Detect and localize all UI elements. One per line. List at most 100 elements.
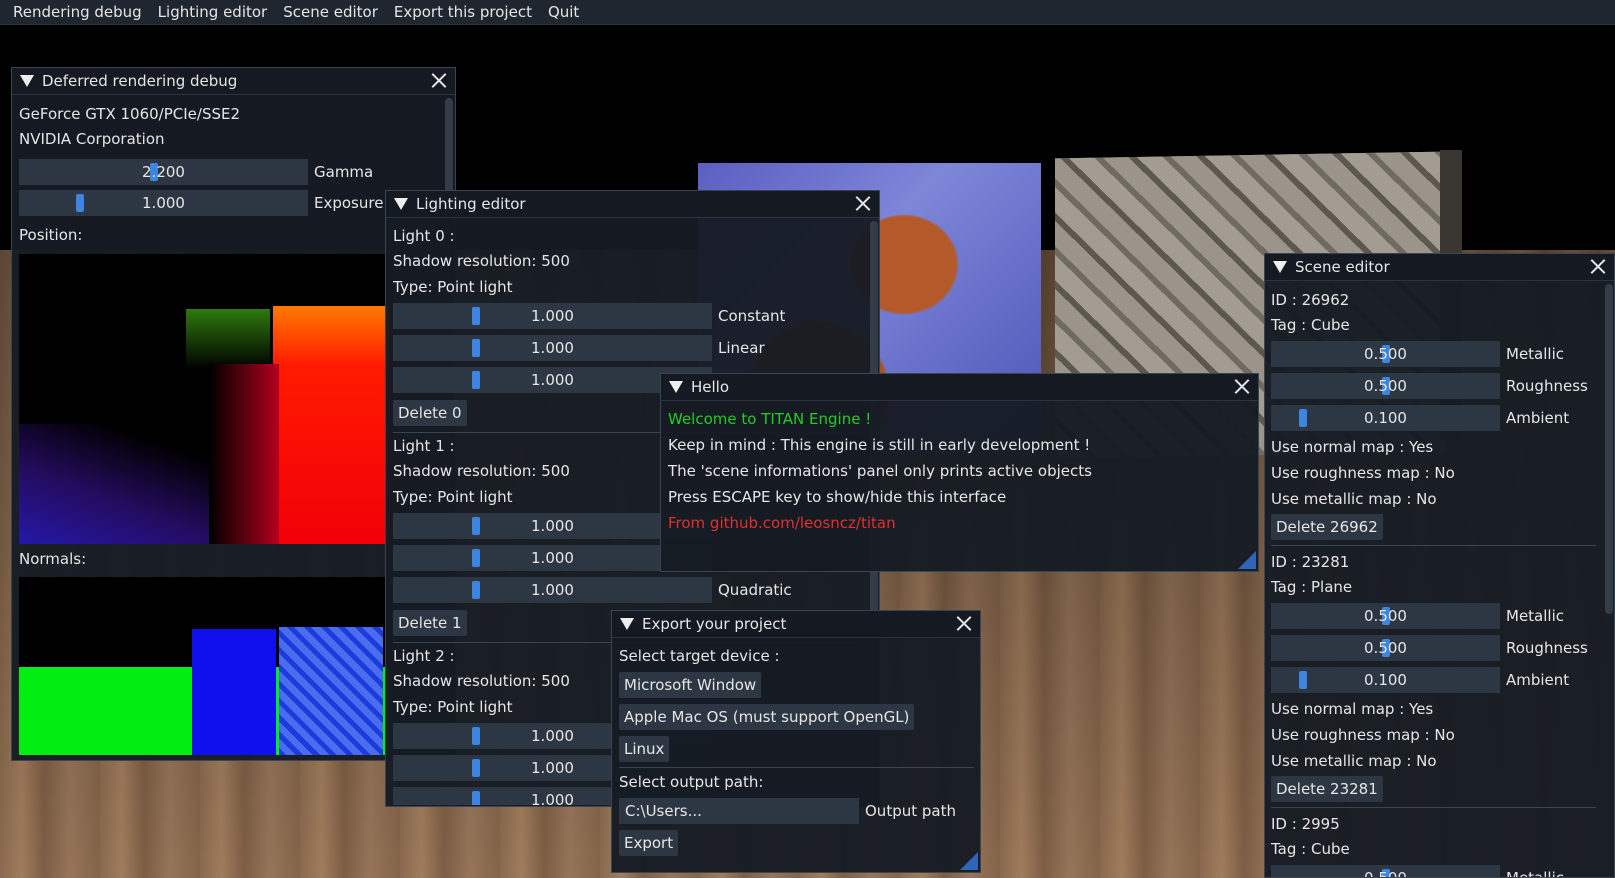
menu-quit[interactable]: Quit <box>540 0 587 24</box>
slider-value: 0.100 <box>1364 409 1407 427</box>
roughness-label: Roughness <box>1506 377 1588 395</box>
hello-window: Hello Welcome to TITAN Engine ! Keep in … <box>660 373 1259 572</box>
slider-value: 0.500 <box>1364 377 1407 395</box>
light-name: Light 0 : <box>393 227 455 245</box>
select-device-label: Select target device : <box>619 647 780 665</box>
close-icon[interactable] <box>1234 378 1250 394</box>
device-linux-button[interactable]: Linux <box>619 736 670 762</box>
gamma-slider[interactable]: 2.200 <box>19 159 308 185</box>
shadow-resolution: Shadow resolution: 500 <box>393 252 570 270</box>
close-icon[interactable] <box>431 72 447 88</box>
separator <box>1271 545 1596 546</box>
window-title: Hello <box>691 378 730 396</box>
roughness-map-info: Use roughness map : No <box>1271 726 1455 744</box>
menu-scene-editor[interactable]: Scene editor <box>275 0 386 24</box>
collapse-triangle-icon[interactable] <box>394 198 408 210</box>
constant-slider[interactable]: 1.000 <box>393 303 712 329</box>
quadratic-slider[interactable]: 1.000 <box>393 577 712 603</box>
slider-value: 0.100 <box>1364 671 1407 689</box>
exposure-label: Exposure <box>314 194 384 212</box>
main-menu-bar: Rendering debug Lighting editor Scene edit… <box>0 0 1615 25</box>
metallic-label: Metallic <box>1506 345 1564 363</box>
scrollbar[interactable] <box>1605 284 1613 614</box>
output-path-label: Output path <box>865 802 956 820</box>
menu-lighting-editor[interactable]: Lighting editor <box>150 0 276 24</box>
menu-export-project[interactable]: Export this project <box>386 0 540 24</box>
light-type: Type: Point light <box>393 698 513 716</box>
ambient-slider[interactable]: 0.100 <box>1271 667 1500 693</box>
slider-value: 0.500 <box>1364 639 1407 657</box>
metallic-slider[interactable]: 0.500 <box>1271 865 1500 877</box>
constant-label: Constant <box>718 307 786 325</box>
object-tag: Tag : Plane <box>1271 578 1353 596</box>
info-line: Press ESCAPE key to show/hide this inter… <box>668 488 1007 506</box>
lighting-titlebar[interactable]: Lighting editor <box>386 191 879 218</box>
collapse-triangle-icon[interactable] <box>20 75 34 87</box>
export-titlebar[interactable]: Export your project <box>612 611 980 638</box>
object-tag: Tag : Cube <box>1271 840 1350 858</box>
slider-value: 0.500 <box>1364 345 1407 363</box>
light-type: Type: Point light <box>393 278 513 296</box>
roughness-map-info: Use roughness map : No <box>1271 464 1455 482</box>
normals-label: Normals: <box>19 550 87 568</box>
normal-map-info: Use normal map : Yes <box>1271 438 1434 456</box>
menu-rendering-debug[interactable]: Rendering debug <box>0 0 150 24</box>
gamma-label: Gamma <box>314 163 374 181</box>
close-icon[interactable] <box>1590 258 1606 274</box>
metallic-map-info: Use metallic map : No <box>1271 752 1437 770</box>
ambient-label: Ambient <box>1506 409 1570 427</box>
clipped-row: 0.500 Metallic <box>1271 865 1596 877</box>
welcome-text: Welcome to TITAN Engine ! <box>668 410 872 428</box>
output-path-input[interactable]: C:\Users... <box>619 798 859 824</box>
metallic-slider[interactable]: 0.500 <box>1271 341 1500 367</box>
window-title: Deferred rendering debug <box>42 72 238 90</box>
roughness-slider[interactable]: 0.500 <box>1271 635 1500 661</box>
normals-buffer-image <box>19 577 389 755</box>
metallic-slider[interactable]: 0.500 <box>1271 603 1500 629</box>
object-id: ID : 23281 <box>1271 553 1350 571</box>
export-button[interactable]: Export <box>619 830 679 856</box>
slider-value: 0.500 <box>1271 869 1500 877</box>
info-line: The 'scene informations' panel only prin… <box>668 462 1092 480</box>
exposure-slider[interactable]: 1.000 <box>19 190 308 216</box>
object-id: ID : 2995 <box>1271 815 1340 833</box>
roughness-slider[interactable]: 0.500 <box>1271 373 1500 399</box>
position-label: Position: <box>19 226 83 244</box>
separator <box>1271 807 1596 808</box>
gpu-vendor: NVIDIA Corporation <box>19 130 165 148</box>
slider-value: 1.000 <box>531 307 574 325</box>
ambient-slider[interactable]: 0.100 <box>1271 405 1500 431</box>
device-macos-button[interactable]: Apple Mac OS (must support OpenGL) <box>619 704 915 730</box>
slider-value: 0.500 <box>1364 607 1407 625</box>
delete-light-button[interactable]: Delete 0 <box>393 400 467 426</box>
light-name: Light 1 : <box>393 437 455 455</box>
metallic-label: Metallic <box>1506 869 1564 877</box>
close-icon[interactable] <box>956 615 972 631</box>
delete-object-button[interactable]: Delete 26962 <box>1271 514 1383 540</box>
resize-grip[interactable] <box>960 852 978 870</box>
export-window: Export your project Select target device… <box>611 610 981 873</box>
linear-slider[interactable]: 1.000 <box>393 335 712 361</box>
delete-light-button[interactable]: Delete 1 <box>393 610 467 636</box>
source-link[interactable]: From github.com/leosncz/titan <box>668 514 896 532</box>
slider-value: 2.200 <box>142 163 185 181</box>
close-icon[interactable] <box>855 195 871 211</box>
collapse-triangle-icon[interactable] <box>669 381 683 393</box>
hello-titlebar[interactable]: Hello <box>661 374 1258 401</box>
resize-grip[interactable] <box>1238 551 1256 569</box>
roughness-label: Roughness <box>1506 639 1588 657</box>
delete-object-button[interactable]: Delete 23281 <box>1271 776 1383 802</box>
collapse-triangle-icon[interactable] <box>1273 261 1287 273</box>
separator <box>619 767 974 768</box>
ambient-label: Ambient <box>1506 671 1570 689</box>
collapse-triangle-icon[interactable] <box>620 618 634 630</box>
shadow-resolution: Shadow resolution: 500 <box>393 672 570 690</box>
gpu-name: GeForce GTX 1060/PCIe/SSE2 <box>19 105 241 123</box>
device-windows-button[interactable]: Microsoft Window <box>619 672 762 698</box>
scene-titlebar[interactable]: Scene editor <box>1265 254 1614 281</box>
slider-value: 1.000 <box>531 339 574 357</box>
debug-titlebar[interactable]: Deferred rendering debug <box>12 68 455 95</box>
object-tag: Tag : Cube <box>1271 316 1350 334</box>
window-title: Scene editor <box>1295 258 1390 276</box>
metallic-label: Metallic <box>1506 607 1564 625</box>
